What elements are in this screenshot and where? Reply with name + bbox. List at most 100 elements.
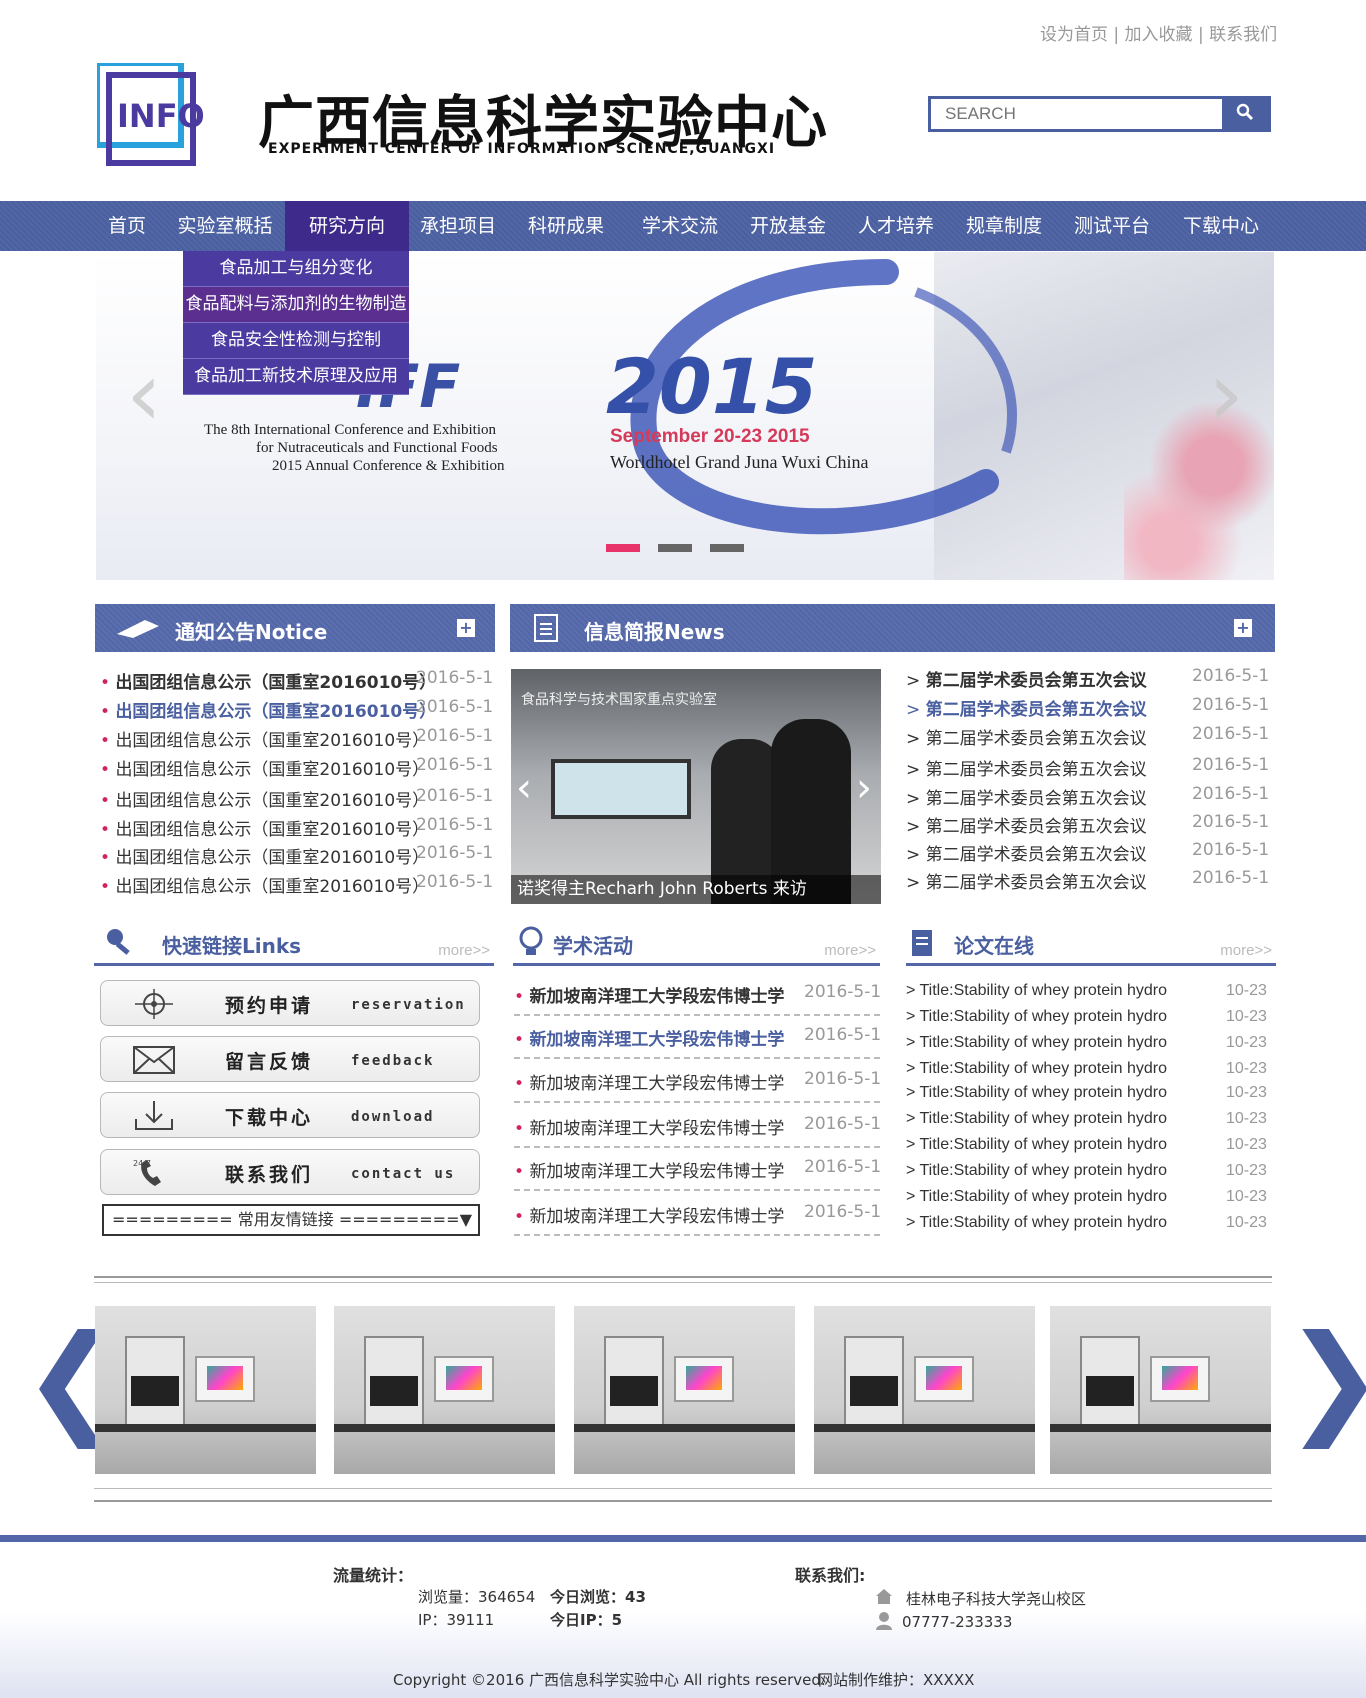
list-item[interactable]: > Title:Stability of whey protein hydro 1…	[906, 1008, 1267, 1026]
banner-dot-3[interactable]	[710, 544, 744, 552]
list-item[interactable]: > Title:Stability of whey protein hydro 1…	[906, 1162, 1267, 1180]
list-item[interactable]: • 新加坡南洋理工大学段宏伟博士学 2016-5-1	[514, 982, 881, 1016]
nav-talent[interactable]: 人才培养	[852, 201, 940, 251]
list-item[interactable]: • 新加坡南洋理工大学段宏伟博士学 2016-5-1	[514, 1025, 881, 1059]
list-item[interactable]: > 第二届学术委员会第五次会议 2016-5-1	[906, 840, 1269, 865]
news-text[interactable]: 第二届学术委员会第五次会议	[926, 700, 1147, 720]
list-item[interactable]: > 第二届学术委员会第五次会议 2016-5-1	[906, 868, 1269, 893]
reservation-button[interactable]: 预约申请 reservation	[100, 980, 480, 1026]
academic-text[interactable]: 新加坡南洋理工大学段宏伟博士学	[529, 1074, 784, 1094]
nav-testing[interactable]: 测试平台	[1068, 201, 1156, 251]
notice-text[interactable]: 出国团组信息公示（国重室2016010号）	[115, 760, 429, 780]
nav-achievements[interactable]: 科研成果	[522, 201, 610, 251]
list-item[interactable]: > Title:Stability of whey protein hydro 1…	[906, 1110, 1267, 1128]
list-item[interactable]: > 第二届学术委员会第五次会议 2016-5-1	[906, 695, 1269, 720]
logo[interactable]: INFO	[94, 60, 225, 167]
academic-text[interactable]: 新加坡南洋理工大学段宏伟博士学	[529, 1207, 784, 1227]
gallery-thumbnail[interactable]	[334, 1306, 555, 1474]
list-item[interactable]: > 第二届学术委员会第五次会议 2016-5-1	[906, 666, 1269, 691]
contact-button[interactable]: 24/7 联系我们 contact us	[100, 1149, 480, 1195]
news-plus-icon[interactable]: +	[1234, 619, 1252, 637]
photo-prev-arrow[interactable]: ‹	[516, 765, 532, 811]
nav-rules[interactable]: 规章制度	[960, 201, 1048, 251]
notice-text[interactable]: 出国团组信息公示（国重室2016010号）	[115, 731, 429, 751]
photo-next-arrow[interactable]: ›	[856, 765, 872, 811]
nav-home[interactable]: 首页	[96, 201, 158, 251]
paper-text[interactable]: Title:Stability of whey protein hydro	[920, 1162, 1168, 1179]
search-button[interactable]	[1222, 99, 1268, 129]
paper-text[interactable]: Title:Stability of whey protein hydro	[920, 1110, 1168, 1127]
nav-projects[interactable]: 承担项目	[414, 201, 502, 251]
news-text[interactable]: 第二届学术委员会第五次会议	[926, 817, 1147, 837]
list-item[interactable]: • 出国团组信息公示（国重室2016010号） 2016-5-1	[100, 668, 493, 693]
paper-text[interactable]: Title:Stability of whey protein hydro	[920, 1136, 1168, 1153]
list-item[interactable]: • 出国团组信息公示（国重室2016010号） 2016-5-1	[100, 843, 493, 868]
academic-text[interactable]: 新加坡南洋理工大学段宏伟博士学	[529, 1162, 784, 1182]
nav-academic[interactable]: 学术交流	[636, 201, 724, 251]
list-item[interactable]: • 新加坡南洋理工大学段宏伟博士学 2016-5-1	[514, 1069, 881, 1103]
paper-text[interactable]: Title:Stability of whey protein hydro	[920, 1034, 1168, 1051]
notice-text[interactable]: 出国团组信息公示（国重室2016010号）	[115, 820, 429, 840]
gallery-next-arrow[interactable]: ❯	[1284, 1320, 1366, 1440]
list-item[interactable]: • 新加坡南洋理工大学段宏伟博士学 2016-5-1	[514, 1114, 881, 1148]
paper-text[interactable]: Title:Stability of whey protein hydro	[920, 1084, 1168, 1101]
list-item[interactable]: > Title:Stability of whey protein hydro 1…	[906, 1084, 1267, 1102]
add-favorite-link[interactable]: 加入收藏	[1125, 25, 1193, 45]
gallery-thumbnail[interactable]	[814, 1306, 1035, 1474]
download-button[interactable]: 下载中心 download	[100, 1092, 480, 1138]
news-text[interactable]: 第二届学术委员会第五次会议	[926, 729, 1147, 749]
nav-lab-overview[interactable]: 实验室概括	[172, 201, 278, 251]
list-item[interactable]: • 新加坡南洋理工大学段宏伟博士学 2016-5-1	[514, 1157, 881, 1191]
academic-text[interactable]: 新加坡南洋理工大学段宏伟博士学	[529, 1119, 784, 1139]
notice-text[interactable]: 出国团组信息公示（国重室2016010号）	[115, 791, 429, 811]
paper-text[interactable]: Title:Stability of whey protein hydro	[920, 1008, 1168, 1025]
paper-text[interactable]: Title:Stability of whey protein hydro	[920, 1060, 1168, 1077]
search-input[interactable]	[931, 99, 1226, 129]
paper-text[interactable]: Title:Stability of whey protein hydro	[920, 982, 1168, 999]
links-more-link[interactable]: more>>	[438, 942, 490, 959]
paper-text[interactable]: Title:Stability of whey protein hydro	[920, 1188, 1168, 1205]
friend-links-select[interactable]: ========= 常用友情链接 ========= ▼	[102, 1204, 480, 1236]
notice-text[interactable]: 出国团组信息公示（国重室2016010号）	[115, 848, 429, 868]
gallery-thumbnail[interactable]	[574, 1306, 795, 1474]
notice-plus-icon[interactable]: +	[457, 619, 475, 637]
banner-next-arrow[interactable]: ›	[1208, 342, 1244, 447]
dropdown-item[interactable]: 食品加工与组分变化	[183, 251, 409, 287]
list-item[interactable]: > 第二届学术委员会第五次会议 2016-5-1	[906, 812, 1269, 837]
list-item[interactable]: > Title:Stability of whey protein hydro 1…	[906, 1034, 1267, 1052]
list-item[interactable]: • 出国团组信息公示（国重室2016010号） 2016-5-1	[100, 872, 493, 897]
list-item[interactable]: > Title:Stability of whey protein hydro 1…	[906, 1214, 1267, 1232]
notice-text[interactable]: 出国团组信息公示（国重室2016010号）	[115, 877, 429, 897]
list-item[interactable]: • 出国团组信息公示（国重室2016010号） 2016-5-1	[100, 755, 493, 780]
nav-downloads[interactable]: 下载中心	[1176, 201, 1266, 251]
gallery-thumbnail[interactable]	[95, 1306, 316, 1474]
list-item[interactable]: > Title:Stability of whey protein hydro 1…	[906, 1060, 1267, 1078]
list-item[interactable]: • 出国团组信息公示（国重室2016010号） 2016-5-1	[100, 697, 493, 722]
news-text[interactable]: 第二届学术委员会第五次会议	[926, 789, 1147, 809]
news-photo[interactable]: 食品科学与技术国家重点实验室 ‹ › 诺奖得主Recharh John Robe…	[511, 669, 881, 904]
list-item[interactable]: > Title:Stability of whey protein hydro 1…	[906, 1188, 1267, 1206]
academic-more-link[interactable]: more>>	[824, 942, 876, 959]
news-text[interactable]: 第二届学术委员会第五次会议	[926, 845, 1147, 865]
banner-prev-arrow[interactable]: ‹	[126, 342, 162, 447]
academic-text[interactable]: 新加坡南洋理工大学段宏伟博士学	[529, 987, 784, 1007]
news-text[interactable]: 第二届学术委员会第五次会议	[926, 671, 1147, 691]
list-item[interactable]: • 出国团组信息公示（国重室2016010号） 2016-5-1	[100, 786, 493, 811]
papers-more-link[interactable]: more>>	[1220, 942, 1272, 959]
list-item[interactable]: > Title:Stability of whey protein hydro 1…	[906, 982, 1267, 1000]
banner-dot-2[interactable]	[658, 544, 692, 552]
set-home-link[interactable]: 设为首页	[1040, 25, 1108, 45]
list-item[interactable]: > Title:Stability of whey protein hydro 1…	[906, 1136, 1267, 1154]
list-item[interactable]: • 出国团组信息公示（国重室2016010号） 2016-5-1	[100, 815, 493, 840]
nav-funds[interactable]: 开放基金	[744, 201, 832, 251]
dropdown-item[interactable]: 食品加工新技术原理及应用	[183, 359, 409, 395]
list-item[interactable]: • 新加坡南洋理工大学段宏伟博士学 2016-5-1	[514, 1202, 881, 1236]
feedback-button[interactable]: 留言反馈 feedback	[100, 1036, 480, 1082]
list-item[interactable]: • 出国团组信息公示（国重室2016010号） 2016-5-1	[100, 726, 493, 751]
nav-research[interactable]: 研究方向	[285, 201, 409, 251]
list-item[interactable]: > 第二届学术委员会第五次会议 2016-5-1	[906, 755, 1269, 780]
news-text[interactable]: 第二届学术委员会第五次会议	[926, 873, 1147, 893]
paper-text[interactable]: Title:Stability of whey protein hydro	[920, 1214, 1168, 1231]
academic-text[interactable]: 新加坡南洋理工大学段宏伟博士学	[529, 1030, 784, 1050]
news-text[interactable]: 第二届学术委员会第五次会议	[926, 760, 1147, 780]
